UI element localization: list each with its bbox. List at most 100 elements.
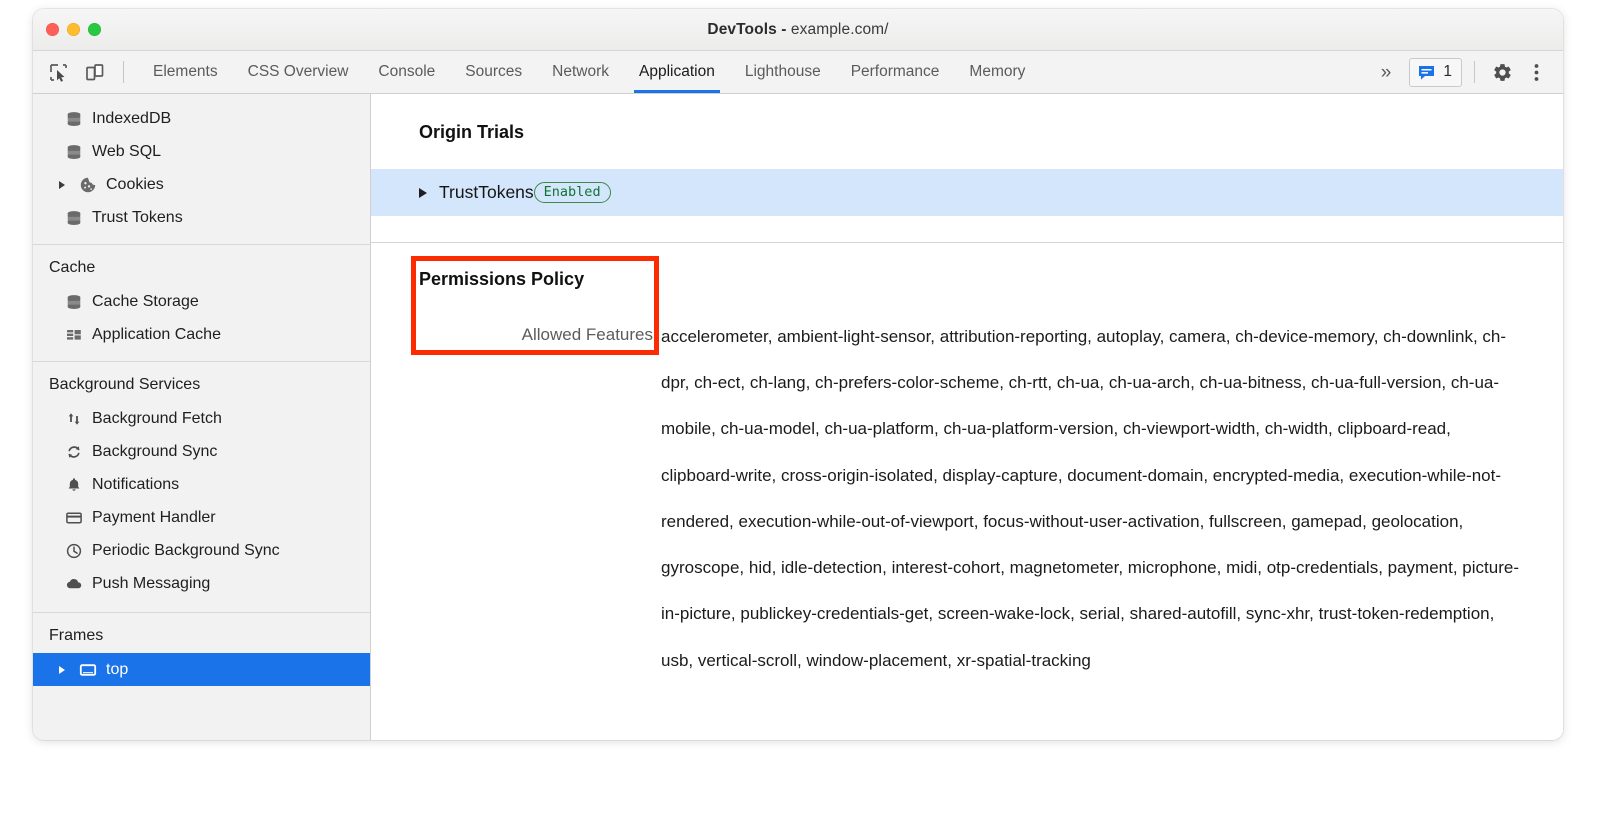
sidebar-item-label: Background Fetch	[92, 409, 222, 427]
sidebar-section-cache: Cache Cache Storage Application Cache	[33, 244, 370, 361]
sidebar-item-label: Cookies	[106, 175, 164, 193]
origin-trial-row[interactable]: TrustTokens Enabled	[371, 169, 1563, 216]
bell-icon	[63, 475, 84, 494]
sidebar-item-cache-storage[interactable]: Cache Storage	[33, 285, 370, 318]
grid-icon	[63, 325, 84, 344]
gear-icon[interactable]	[1487, 57, 1517, 87]
sidebar-item-top-frame[interactable]: top	[33, 653, 370, 686]
sidebar-section-header-cache: Cache	[49, 259, 96, 276]
maximize-window-button[interactable]	[88, 23, 101, 36]
chevron-double-right-icon[interactable]: »	[1371, 63, 1402, 82]
sidebar-section-storage: IndexedDB Web SQL Cookies Trust Tokens	[33, 94, 370, 244]
sidebar-item-label: Payment Handler	[92, 508, 216, 526]
tab-elements[interactable]: Elements	[138, 51, 233, 93]
sidebar-item-trust-tokens[interactable]: Trust Tokens	[33, 201, 370, 234]
tab-label: CSS Overview	[247, 63, 349, 80]
permissions-policy-block: Permissions Policy Allowed Features acce…	[371, 243, 1563, 684]
cookie-icon	[77, 175, 98, 194]
allowed-features-value: accelerometer, ambient-light-sensor, att…	[661, 327, 1519, 670]
origin-trials-title: Origin Trials	[419, 122, 525, 142]
window-title-url: example.com/	[786, 20, 889, 38]
sidebar-item-indexeddb[interactable]: IndexedDB	[33, 102, 370, 135]
tab-lighthouse[interactable]: Lighthouse	[730, 51, 836, 93]
tab-console[interactable]: Console	[363, 51, 450, 93]
tab-label: Lighthouse	[744, 63, 821, 80]
allowed-features-label: Allowed Features	[521, 325, 653, 344]
permissions-policy-left-column: Permissions Policy Allowed Features	[371, 269, 661, 684]
sidebar-item-label: Periodic Background Sync	[92, 541, 280, 559]
device-toolbar-icon[interactable]	[79, 57, 109, 87]
sidebar-item-payment-handler[interactable]: Payment Handler	[33, 501, 370, 534]
database-icon	[63, 142, 84, 161]
tab-label: Network	[552, 63, 610, 80]
traffic-light-buttons	[46, 9, 101, 50]
toolbar-divider-2	[1474, 61, 1475, 83]
database-icon	[63, 109, 84, 128]
sidebar-item-notifications[interactable]: Notifications	[33, 468, 370, 501]
application-sidebar: IndexedDB Web SQL Cookies Trust Tokens C…	[33, 94, 371, 740]
tab-application[interactable]: Application	[624, 51, 730, 93]
sidebar-section-frames: Frames top	[33, 612, 370, 686]
tab-label: Sources	[465, 63, 523, 80]
sidebar-item-label: Application Cache	[92, 325, 221, 343]
sidebar-filler	[33, 686, 370, 740]
permissions-policy-title: Permissions Policy	[419, 269, 585, 289]
inspect-element-icon[interactable]	[43, 57, 73, 87]
origin-trial-name: TrustTokens	[439, 182, 534, 202]
tab-label: Performance	[850, 63, 940, 80]
sidebar-section-background-services: Background Services Background Fetch Bac…	[33, 361, 370, 612]
sidebar-item-label: Push Messaging	[92, 574, 211, 592]
message-bubble-icon	[1419, 65, 1435, 80]
tab-sources[interactable]: Sources	[450, 51, 537, 93]
sidebar-item-periodic-background-sync[interactable]: Periodic Background Sync	[33, 534, 370, 567]
tab-memory[interactable]: Memory	[954, 51, 1040, 93]
sidebar-item-label: Cache Storage	[92, 292, 199, 310]
devtools-toolbar: Elements CSS Overview Console Sources Ne…	[33, 51, 1563, 94]
window-title-app: DevTools -	[707, 20, 787, 38]
up-down-arrows-icon	[63, 409, 84, 428]
sidebar-item-application-cache[interactable]: Application Cache	[33, 318, 370, 351]
sidebar-item-web-sql[interactable]: Web SQL	[33, 135, 370, 168]
toolbar-right-controls: » 1	[1371, 51, 1563, 93]
database-icon	[63, 292, 84, 311]
tab-network[interactable]: Network	[537, 51, 624, 93]
expand-triangle-icon[interactable]	[59, 665, 65, 674]
credit-card-icon	[63, 508, 84, 527]
tab-label: Memory	[969, 63, 1026, 80]
expand-triangle-icon[interactable]	[59, 180, 65, 189]
minimize-window-button[interactable]	[67, 23, 80, 36]
panel-tabs: Elements CSS Overview Console Sources Ne…	[138, 51, 1040, 93]
sidebar-item-background-sync[interactable]: Background Sync	[33, 435, 370, 468]
sidebar-section-header-background-services: Background Services	[49, 376, 201, 393]
console-message-badge[interactable]: 1	[1409, 57, 1462, 87]
refresh-circular-icon	[63, 442, 84, 461]
sidebar-item-cookies[interactable]: Cookies	[33, 168, 370, 201]
tab-label: Application	[639, 63, 715, 80]
sidebar-item-label: Notifications	[92, 475, 180, 493]
three-dot-menu-icon[interactable]	[1521, 57, 1551, 87]
window-title-bar: DevTools - example.com/	[33, 9, 1563, 51]
sidebar-section-header-frames: Frames	[49, 627, 104, 644]
database-icon	[63, 208, 84, 227]
sidebar-item-background-fetch[interactable]: Background Fetch	[33, 402, 370, 435]
tab-label: Console	[378, 63, 436, 80]
clock-icon	[63, 541, 84, 560]
tab-css-overview[interactable]: CSS Overview	[233, 51, 364, 93]
sidebar-item-label: Trust Tokens	[92, 208, 183, 226]
toolbar-left-icons	[43, 51, 138, 93]
screenshot-root: DevTools - example.com/ Elements CSS Ove…	[0, 0, 1600, 815]
toolbar-divider	[123, 61, 124, 83]
sidebar-item-label: IndexedDB	[92, 109, 172, 127]
devtools-window: DevTools - example.com/ Elements CSS Ove…	[33, 9, 1563, 740]
expand-triangle-icon[interactable]	[419, 187, 427, 198]
sidebar-item-label: Web SQL	[92, 142, 162, 160]
tab-performance[interactable]: Performance	[836, 51, 955, 93]
close-window-button[interactable]	[46, 23, 59, 36]
devtools-body: IndexedDB Web SQL Cookies Trust Tokens C…	[33, 94, 1563, 740]
sidebar-item-push-messaging[interactable]: Push Messaging	[33, 567, 370, 600]
status-badge: Enabled	[533, 181, 611, 204]
tab-label: Elements	[153, 63, 218, 80]
application-content-panel: Origin Trials TrustTokens Enabled Permis…	[371, 94, 1563, 740]
sidebar-item-label: top	[106, 660, 129, 678]
cloud-icon	[63, 574, 84, 593]
